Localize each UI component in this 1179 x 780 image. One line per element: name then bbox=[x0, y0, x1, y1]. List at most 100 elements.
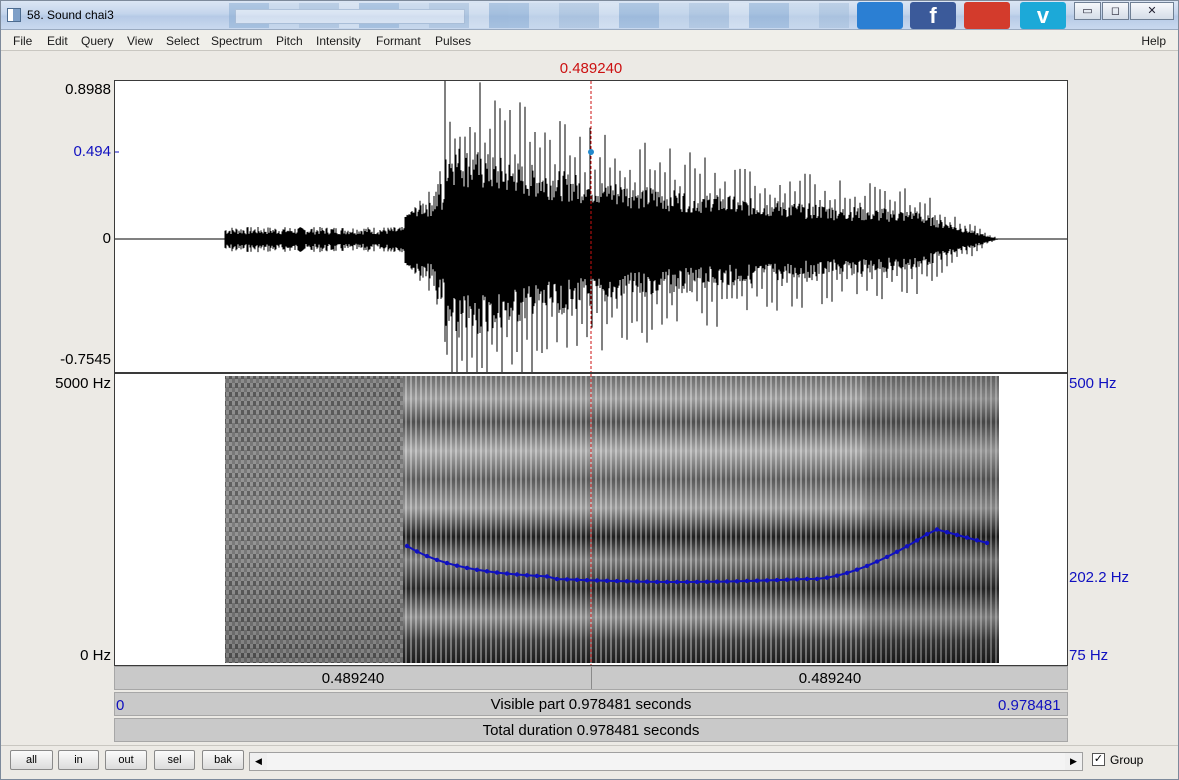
cursor-time-label: 0.489240 bbox=[559, 60, 623, 77]
menu-pitch[interactable]: Pitch bbox=[276, 34, 303, 48]
pitch-point bbox=[824, 575, 830, 580]
visible-part-text: Visible part 0.978481 seconds bbox=[490, 696, 692, 713]
pitch-axis-top: 500 Hz bbox=[1069, 375, 1117, 392]
pitch-point bbox=[834, 573, 840, 578]
pitch-point bbox=[654, 579, 660, 585]
pitch-point bbox=[584, 578, 590, 583]
time-scrollbar[interactable]: ◀ ▶ bbox=[249, 752, 1083, 771]
pitch-point bbox=[714, 579, 720, 584]
menu-edit[interactable]: Edit bbox=[47, 34, 68, 48]
pitch-point bbox=[694, 579, 700, 585]
youtube-icon bbox=[964, 2, 1010, 29]
pitch-point bbox=[914, 538, 920, 543]
pitch-axis-value: 202.2 Hz bbox=[1069, 569, 1130, 586]
title-bar: 58. Sound chai3 f v ▭ ◻ ✕ bbox=[1, 1, 1178, 30]
pitch-point bbox=[774, 577, 780, 583]
waveform-panel[interactable] bbox=[114, 80, 1068, 373]
pitch-point bbox=[764, 578, 770, 583]
praat-window-icon bbox=[7, 8, 21, 22]
pitch-point bbox=[874, 559, 880, 564]
menu-intensity[interactable]: Intensity bbox=[316, 34, 361, 48]
pitch-point bbox=[504, 571, 510, 576]
menu-query[interactable]: Query bbox=[81, 34, 114, 48]
pitch-point bbox=[864, 563, 870, 569]
pitch-point bbox=[924, 532, 930, 537]
pitch-point bbox=[544, 574, 550, 579]
pitch-point bbox=[884, 554, 890, 560]
pitch-point bbox=[574, 577, 580, 582]
pitch-point bbox=[644, 579, 650, 584]
close-button[interactable]: ✕ bbox=[1130, 2, 1174, 20]
waveform-max-label: 0.8988 bbox=[65, 81, 111, 98]
pitch-point bbox=[404, 543, 410, 549]
pitch-point bbox=[634, 579, 640, 584]
pitch-point bbox=[744, 578, 750, 584]
menu-formant[interactable]: Formant bbox=[376, 34, 421, 48]
zoom-out-button[interactable]: out bbox=[105, 750, 147, 770]
pitch-point bbox=[444, 560, 450, 566]
pitch-point bbox=[454, 563, 460, 568]
time-left-segment[interactable]: 0.489240 bbox=[115, 670, 591, 687]
menu-pulses[interactable]: Pulses bbox=[435, 34, 471, 48]
scroll-left-arrow-icon[interactable]: ◀ bbox=[250, 753, 267, 770]
pitch-point bbox=[904, 544, 910, 549]
pitch-point bbox=[704, 579, 710, 584]
menu-view[interactable]: View bbox=[127, 34, 153, 48]
pitch-point bbox=[984, 540, 990, 546]
scroll-right-arrow-icon[interactable]: ▶ bbox=[1065, 753, 1082, 770]
pitch-point bbox=[494, 570, 500, 575]
maximize-button[interactable]: ◻ bbox=[1102, 2, 1129, 20]
pitch-point bbox=[464, 565, 470, 571]
waveform-zero-label: 0 bbox=[102, 230, 111, 247]
waveform-min-label: -0.7545 bbox=[60, 351, 111, 368]
spectrogram-plot bbox=[225, 374, 999, 665]
waveform-plot bbox=[115, 81, 1067, 372]
spectrogram-top-frequency: 5000 Hz bbox=[55, 375, 111, 392]
pitch-point bbox=[894, 549, 900, 554]
menu-spectrum[interactable]: Spectrum bbox=[211, 34, 262, 48]
pitch-point bbox=[554, 576, 560, 582]
group-checkbox[interactable]: ✓ bbox=[1092, 753, 1105, 766]
time-right-segment[interactable]: 0.489240 bbox=[592, 670, 1068, 687]
pitch-point bbox=[934, 527, 940, 532]
pitch-point bbox=[964, 535, 970, 540]
spectrogram-panel[interactable] bbox=[114, 373, 1068, 666]
menu-file[interactable]: File bbox=[13, 34, 32, 48]
zoom-selection-button[interactable]: sel bbox=[154, 750, 195, 770]
waveform-cursor-value: 0.494 bbox=[73, 143, 111, 160]
pitch-point bbox=[474, 567, 480, 572]
zoom-back-button[interactable]: bak bbox=[202, 750, 244, 770]
zoom-all-button[interactable]: all bbox=[10, 750, 53, 770]
vimeo-icon: v bbox=[1020, 2, 1066, 29]
menu-help[interactable]: Help bbox=[1141, 34, 1166, 48]
bottom-toolbar: all in out sel bak ◀ ▶ ✓ Group bbox=[1, 745, 1178, 779]
total-duration-bar[interactable]: Total duration 0.978481 seconds bbox=[114, 718, 1068, 742]
cloud-icon bbox=[857, 2, 903, 29]
pitch-point bbox=[754, 578, 760, 583]
pitch-point bbox=[684, 579, 690, 585]
total-duration-text: Total duration 0.978481 seconds bbox=[482, 722, 700, 739]
pitch-point bbox=[664, 579, 670, 585]
spectrogram-bottom-frequency: 0 Hz bbox=[80, 647, 111, 664]
pitch-point bbox=[804, 576, 810, 582]
pitch-point bbox=[514, 572, 520, 577]
visible-part-bar[interactable]: Visible part 0.978481 seconds bbox=[114, 692, 1068, 716]
pitch-point bbox=[854, 567, 860, 572]
menu-select[interactable]: Select bbox=[166, 34, 199, 48]
background-taskbar-strip bbox=[229, 3, 849, 28]
zoom-in-button[interactable]: in bbox=[58, 750, 99, 770]
pitch-point bbox=[484, 569, 490, 574]
minimize-button[interactable]: ▭ bbox=[1074, 2, 1101, 20]
pitch-point bbox=[414, 549, 420, 554]
pitch-point bbox=[954, 532, 960, 538]
group-label: Group bbox=[1110, 753, 1144, 767]
pitch-point bbox=[784, 577, 790, 582]
window-title: 58. Sound chai3 bbox=[27, 8, 114, 22]
selection-time-bar[interactable]: 0.489240 0.489240 bbox=[114, 666, 1068, 690]
pitch-point bbox=[534, 573, 540, 579]
pitch-point bbox=[734, 579, 740, 584]
pitch-point bbox=[974, 538, 980, 543]
visible-start-time: 0 bbox=[116, 697, 125, 714]
pitch-point bbox=[564, 577, 570, 582]
pitch-point bbox=[944, 530, 950, 535]
